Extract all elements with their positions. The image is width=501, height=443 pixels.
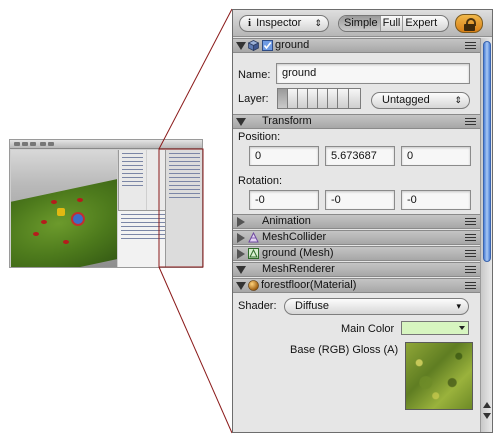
rotation-label: Rotation:: [238, 175, 283, 187]
layer-cell[interactable]: [338, 89, 349, 108]
foldout-open-icon[interactable]: [236, 266, 246, 274]
mode-expert-button[interactable]: Expert: [402, 16, 439, 31]
thumbnail-mushroom: [63, 240, 69, 244]
thumbnail-toolbar: [10, 140, 202, 149]
context-menu-icon[interactable]: [465, 282, 476, 290]
thumbnail-mushroom: [41, 220, 47, 224]
shader-popup[interactable]: Diffuse ▾: [284, 298, 469, 315]
animation-header[interactable]: Animation: [233, 214, 480, 229]
rotation-x-field[interactable]: -0: [249, 190, 319, 210]
layer-label: Layer:: [238, 93, 269, 105]
thumbnail-project: [118, 210, 170, 267]
tag-popup[interactable]: Untagged ⇕: [371, 92, 470, 109]
thumbnail-game-view: [147, 150, 165, 210]
updown-arrows-icon: ⇕: [454, 95, 462, 105]
material-title: forestfloor(Material): [261, 279, 357, 291]
lock-icon[interactable]: [455, 14, 483, 33]
shader-label: Shader:: [238, 300, 277, 312]
context-menu-icon[interactable]: [465, 42, 476, 50]
thumbnail-terrain: [11, 174, 117, 267]
base-texture-label: Base (RGB) Gloss (A): [290, 344, 399, 356]
layer-cell[interactable]: [278, 89, 288, 108]
layer-cell[interactable]: [288, 89, 298, 108]
transform-title: Transform: [262, 115, 312, 127]
transform-header[interactable]: Transform: [233, 114, 480, 129]
screenshot-stage: i Inspector ⇕ Simple Full Expert ground …: [0, 0, 501, 443]
context-menu-icon[interactable]: [465, 118, 476, 126]
context-menu-icon[interactable]: [465, 250, 476, 258]
layer-cell[interactable]: [308, 89, 318, 108]
tag-value: Untagged: [382, 94, 430, 106]
material-sphere-icon: [248, 280, 259, 291]
gameobject-name-header: ground: [275, 39, 310, 51]
layer-cell[interactable]: [298, 89, 308, 108]
layer-selector[interactable]: [277, 88, 361, 109]
scrollbar-thumb[interactable]: [483, 41, 491, 262]
context-menu-icon[interactable]: [465, 266, 476, 274]
thumbnail-scene-view: [11, 150, 117, 267]
inspector-mode-segmented: Simple Full Expert: [338, 15, 449, 32]
position-x-field[interactable]: 0: [249, 146, 319, 166]
base-texture-slot[interactable]: [405, 342, 473, 410]
inspector-header: i Inspector ⇕ Simple Full Expert: [233, 10, 492, 37]
rotation-y-field[interactable]: -0: [325, 190, 395, 210]
inspector-panel: i Inspector ⇕ Simple Full Expert ground …: [232, 9, 493, 433]
thumbnail-object: [57, 208, 65, 216]
component-title: Animation: [262, 215, 311, 227]
thumbnail-mushroom: [77, 198, 83, 202]
component-title: ground (Mesh): [262, 247, 334, 259]
rotation-z-field[interactable]: -0: [401, 190, 471, 210]
zoom-line-bottom: [158, 266, 233, 434]
gameobject-cube-icon: [248, 40, 259, 51]
thumbnail-object: [71, 212, 85, 226]
scroll-down-arrow-icon[interactable]: [483, 413, 491, 419]
meshcollider-header[interactable]: MeshCollider: [233, 230, 480, 245]
component-title: MeshRenderer: [262, 263, 335, 275]
context-menu-icon[interactable]: [465, 234, 476, 242]
meshrenderer-header[interactable]: MeshRenderer: [233, 262, 480, 277]
component-title: MeshCollider: [262, 231, 327, 243]
foldout-open-icon[interactable]: [236, 42, 246, 50]
gameobject-header[interactable]: ground: [233, 38, 480, 53]
zoom-line-top: [158, 8, 233, 150]
mesh-collider-icon: [248, 232, 259, 243]
layer-cell[interactable]: [318, 89, 328, 108]
mode-simple-button[interactable]: Simple: [339, 16, 380, 31]
inspector-content: ground Name: ground Layer: Untagged ⇕ Tr…: [233, 38, 480, 432]
thumbnail-mushroom: [33, 232, 39, 236]
foldout-closed-icon[interactable]: [237, 233, 245, 243]
layer-cell[interactable]: [328, 89, 338, 108]
main-color-swatch[interactable]: [401, 321, 469, 335]
foldout-open-icon[interactable]: [236, 118, 246, 126]
thumbnail-inspector: [165, 150, 202, 267]
scroll-up-arrow-icon[interactable]: [483, 402, 491, 408]
foldout-closed-icon[interactable]: [237, 249, 245, 259]
thumbnail-mushroom: [51, 200, 57, 204]
editor-thumbnail: [9, 139, 203, 268]
material-header[interactable]: forestfloor(Material): [233, 278, 480, 293]
layer-cell[interactable]: [349, 89, 360, 108]
active-checkbox[interactable]: [262, 40, 273, 51]
foldout-open-icon[interactable]: [236, 282, 246, 290]
position-y-field[interactable]: 5.673687: [325, 146, 395, 166]
mode-full-button[interactable]: Full: [379, 16, 403, 31]
main-color-label: Main Color: [341, 323, 395, 335]
shader-value: Diffuse: [295, 300, 330, 312]
mesh-icon: [248, 248, 259, 259]
chevron-down-icon: ▾: [456, 301, 461, 311]
inspector-scrollbar[interactable]: [480, 38, 492, 432]
name-label: Name:: [238, 69, 271, 81]
name-field[interactable]: ground: [276, 63, 470, 84]
mesh-filter-header[interactable]: ground (Mesh): [233, 246, 480, 261]
foldout-closed-icon[interactable]: [237, 217, 245, 227]
inspector-tab-popup[interactable]: i Inspector ⇕: [239, 15, 329, 32]
updown-arrows-icon: ⇕: [314, 18, 322, 28]
position-label: Position:: [238, 131, 281, 143]
context-menu-icon[interactable]: [465, 218, 476, 226]
position-z-field[interactable]: 0: [401, 146, 471, 166]
inspector-title: Inspector: [256, 17, 302, 29]
info-icon: i: [248, 17, 252, 29]
